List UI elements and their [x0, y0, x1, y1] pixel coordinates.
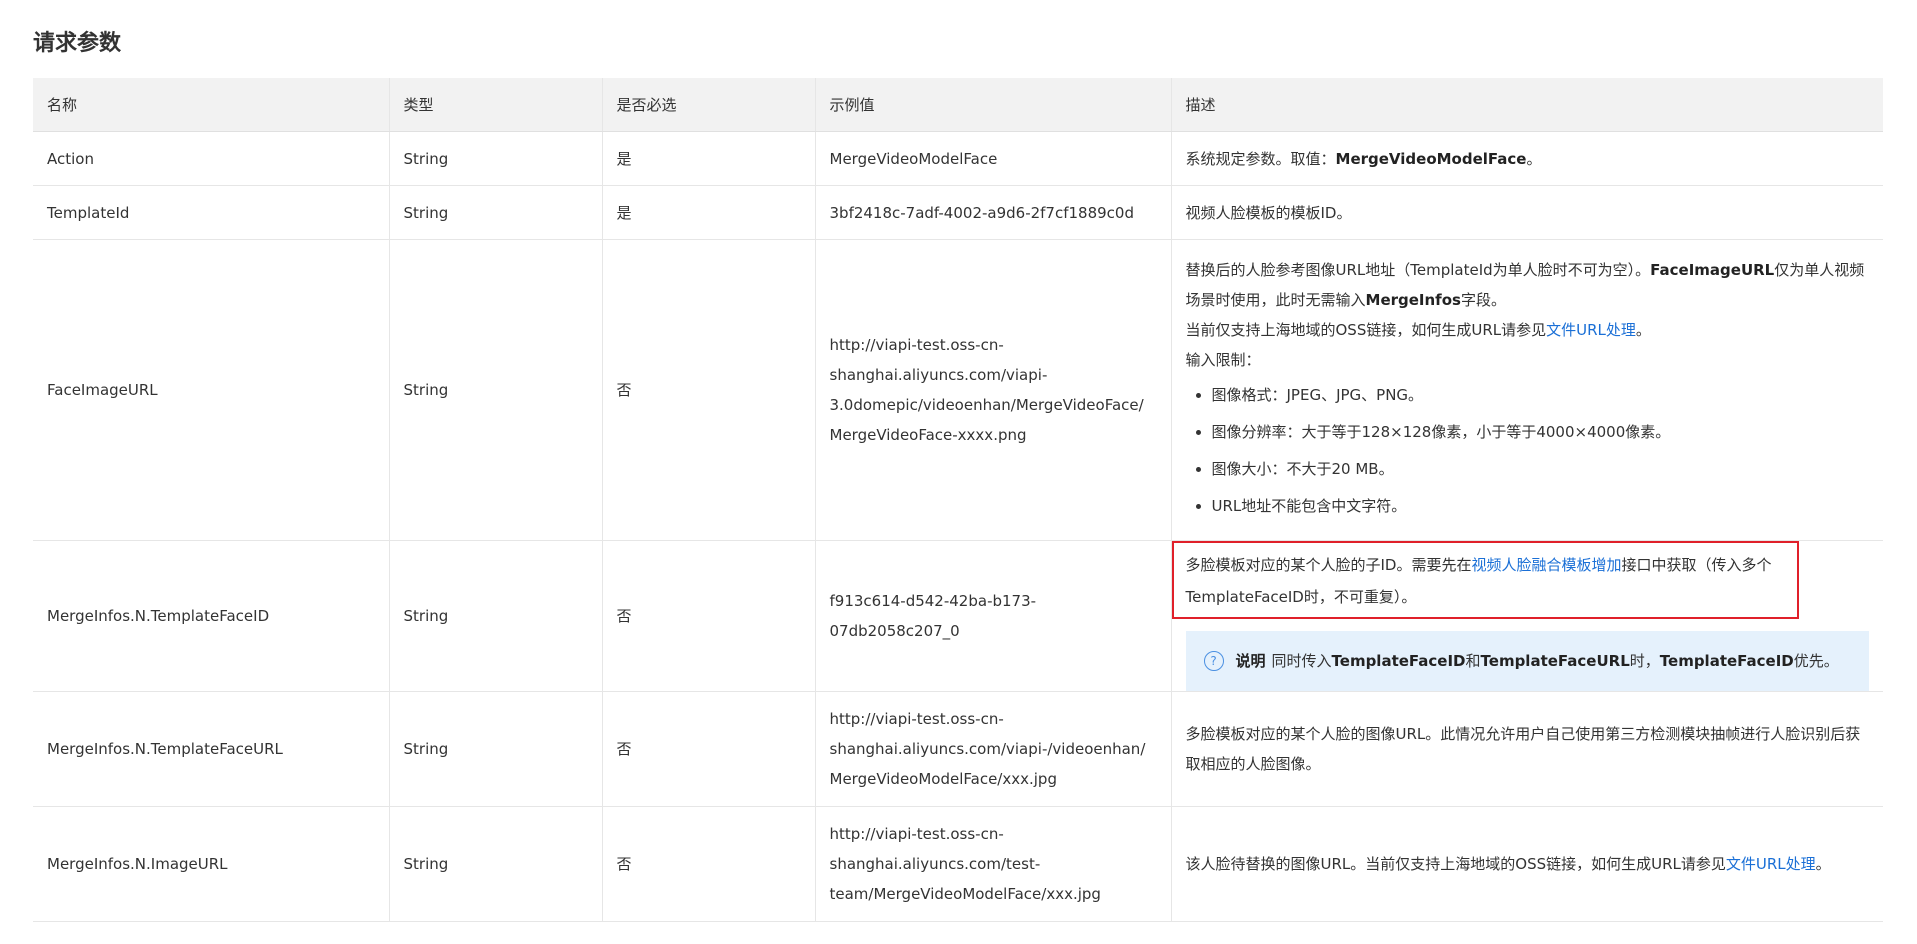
- desc-text: 。: [1635, 321, 1651, 339]
- param-name: MergeInfos.N.TemplateFaceURL: [33, 691, 389, 807]
- table-row: FaceImageURL String 否 http://viapi-test.…: [33, 239, 1883, 541]
- file-url-link[interactable]: 文件URL处理: [1546, 321, 1636, 339]
- param-description: 多脸模板对应的某个人脸的子ID。需要先在视频人脸融合模板增加接口中获取（传入多个…: [1170, 540, 1883, 692]
- table-row: Action String 是 MergeVideoModelFace 系统规定…: [33, 131, 1883, 186]
- input-limits-list: 图像格式：JPEG、JPG、PNG。 图像分辨率：大于等于128×128像素，小…: [1186, 377, 1870, 525]
- param-type: String: [388, 540, 602, 692]
- desc-paragraph: 替换后的人脸参考图像URL地址（TemplateId为单人脸时不可为空）。Fac…: [1186, 255, 1870, 315]
- table-header-row: 名称 类型 是否必选 示例值 描述: [33, 78, 1883, 132]
- param-name: Action: [33, 131, 389, 186]
- param-description: 多脸模板对应的某个人脸的图像URL。此情况允许用户自己使用第三方检测模块抽帧进行…: [1170, 691, 1883, 807]
- table-row: TemplateId String 是 3bf2418c-7adf-4002-a…: [33, 185, 1883, 240]
- param-required: 否: [601, 540, 815, 692]
- param-type: String: [388, 806, 602, 922]
- question-circle-icon: ?: [1203, 651, 1224, 671]
- desc-text: 系统规定参数。取值：: [1185, 149, 1336, 168]
- desc-text: 。: [1526, 149, 1542, 168]
- table-row: MergeInfos.N.TemplateFaceID String 否 f91…: [33, 540, 1883, 692]
- list-item: 图像大小：不大于20 MB。: [1212, 451, 1870, 488]
- desc-paragraph: 输入限制：: [1185, 351, 1261, 369]
- desc-text: 字段。: [1460, 291, 1506, 309]
- param-required: 否: [601, 239, 815, 541]
- desc-strong: MergeVideoModelFace: [1335, 149, 1527, 168]
- param-type: String: [388, 131, 602, 186]
- param-example: http://viapi-test.oss-cn-shanghai.aliyun…: [814, 691, 1171, 807]
- desc-text: 时，: [1629, 652, 1660, 670]
- section-title: 请求参数: [33, 31, 122, 56]
- param-name: FaceImageURL: [33, 239, 389, 541]
- param-example: 3bf2418c-7adf-4002-a9d6-2f7cf1889c0d: [814, 185, 1171, 240]
- desc-text: 多脸模板对应的某个人脸的子ID。需要先在: [1185, 556, 1472, 574]
- param-description: 视频人脸模板的模板ID。: [1170, 185, 1883, 240]
- param-name: TemplateId: [33, 185, 389, 240]
- desc-strong: TemplateFaceID: [1659, 652, 1794, 670]
- header-name: 名称: [33, 78, 389, 132]
- param-description: 系统规定参数。取值：MergeVideoModelFace。: [1170, 131, 1883, 186]
- desc-strong: MergeInfos: [1365, 291, 1461, 309]
- param-example: f913c614-d542-42ba-b173-07db2058c207_0: [814, 540, 1171, 692]
- param-required: 是: [601, 131, 815, 186]
- note-box: ? 说明 同时传入TemplateFaceID和TemplateFaceURL时，…: [1185, 631, 1869, 691]
- desc-paragraph: 当前仅支持上海地域的OSS链接，如何生成URL请参见文件URL处理。: [1186, 315, 1870, 345]
- list-item: URL地址不能包含中文字符。: [1212, 488, 1870, 525]
- param-example: http://viapi-test.oss-cn-shanghai.aliyun…: [814, 239, 1171, 541]
- table-row: MergeInfos.N.TemplateFaceURL String 否 ht…: [33, 691, 1883, 807]
- header-example: 示例值: [814, 78, 1171, 132]
- desc-strong: FaceImageURL: [1650, 261, 1775, 279]
- desc-text: 当前仅支持上海地域的OSS链接，如何生成URL请参见: [1185, 321, 1547, 339]
- header-required: 是否必选: [601, 78, 815, 132]
- param-required: 是: [601, 185, 815, 240]
- param-name: MergeInfos.N.ImageURL: [33, 806, 389, 922]
- highlight-box: 多脸模板对应的某个人脸的子ID。需要先在视频人脸融合模板增加接口中获取（传入多个…: [1171, 541, 1799, 619]
- desc-text: 同时传入: [1271, 652, 1332, 670]
- param-example: http://viapi-test.oss-cn-shanghai.aliyun…: [814, 806, 1171, 922]
- param-description: 替换后的人脸参考图像URL地址（TemplateId为单人脸时不可为空）。Fac…: [1170, 239, 1883, 541]
- list-item: 图像分辨率：大于等于128×128像素，小于等于4000×4000像素。: [1212, 414, 1870, 451]
- desc-text: 优先。: [1793, 652, 1839, 670]
- file-url-link[interactable]: 文件URL处理: [1726, 855, 1816, 873]
- desc-strong: TemplateFaceID: [1331, 652, 1466, 670]
- header-type: 类型: [388, 78, 602, 132]
- template-add-link[interactable]: 视频人脸融合模板增加: [1471, 556, 1621, 574]
- param-example: MergeVideoModelFace: [814, 131, 1171, 186]
- desc-text: 和: [1465, 652, 1481, 670]
- param-type: String: [388, 185, 602, 240]
- param-type: String: [388, 239, 602, 541]
- note-content: 说明 同时传入TemplateFaceID和TemplateFaceURL时，Te…: [1236, 645, 1839, 677]
- header-description: 描述: [1170, 78, 1883, 132]
- desc-text: 该人脸待替换的图像URL。当前仅支持上海地域的OSS链接，如何生成URL请参见: [1185, 855, 1726, 873]
- note-label: 说明: [1235, 652, 1266, 670]
- desc-strong: TemplateFaceURL: [1480, 652, 1630, 670]
- param-required: 否: [601, 806, 815, 922]
- param-type: String: [388, 691, 602, 807]
- param-required: 否: [601, 691, 815, 807]
- param-description: 该人脸待替换的图像URL。当前仅支持上海地域的OSS链接，如何生成URL请参见文…: [1170, 806, 1883, 922]
- list-item: 图像格式：JPEG、JPG、PNG。: [1212, 377, 1870, 414]
- desc-text: 替换后的人脸参考图像URL地址（TemplateId为单人脸时不可为空）。: [1185, 261, 1651, 279]
- table-row: MergeInfos.N.ImageURL String 否 http://vi…: [33, 806, 1883, 922]
- param-name: MergeInfos.N.TemplateFaceID: [33, 540, 389, 692]
- desc-text: 。: [1815, 855, 1831, 873]
- request-params-table: 名称 类型 是否必选 示例值 描述 Action String 是 MergeV…: [33, 78, 1883, 922]
